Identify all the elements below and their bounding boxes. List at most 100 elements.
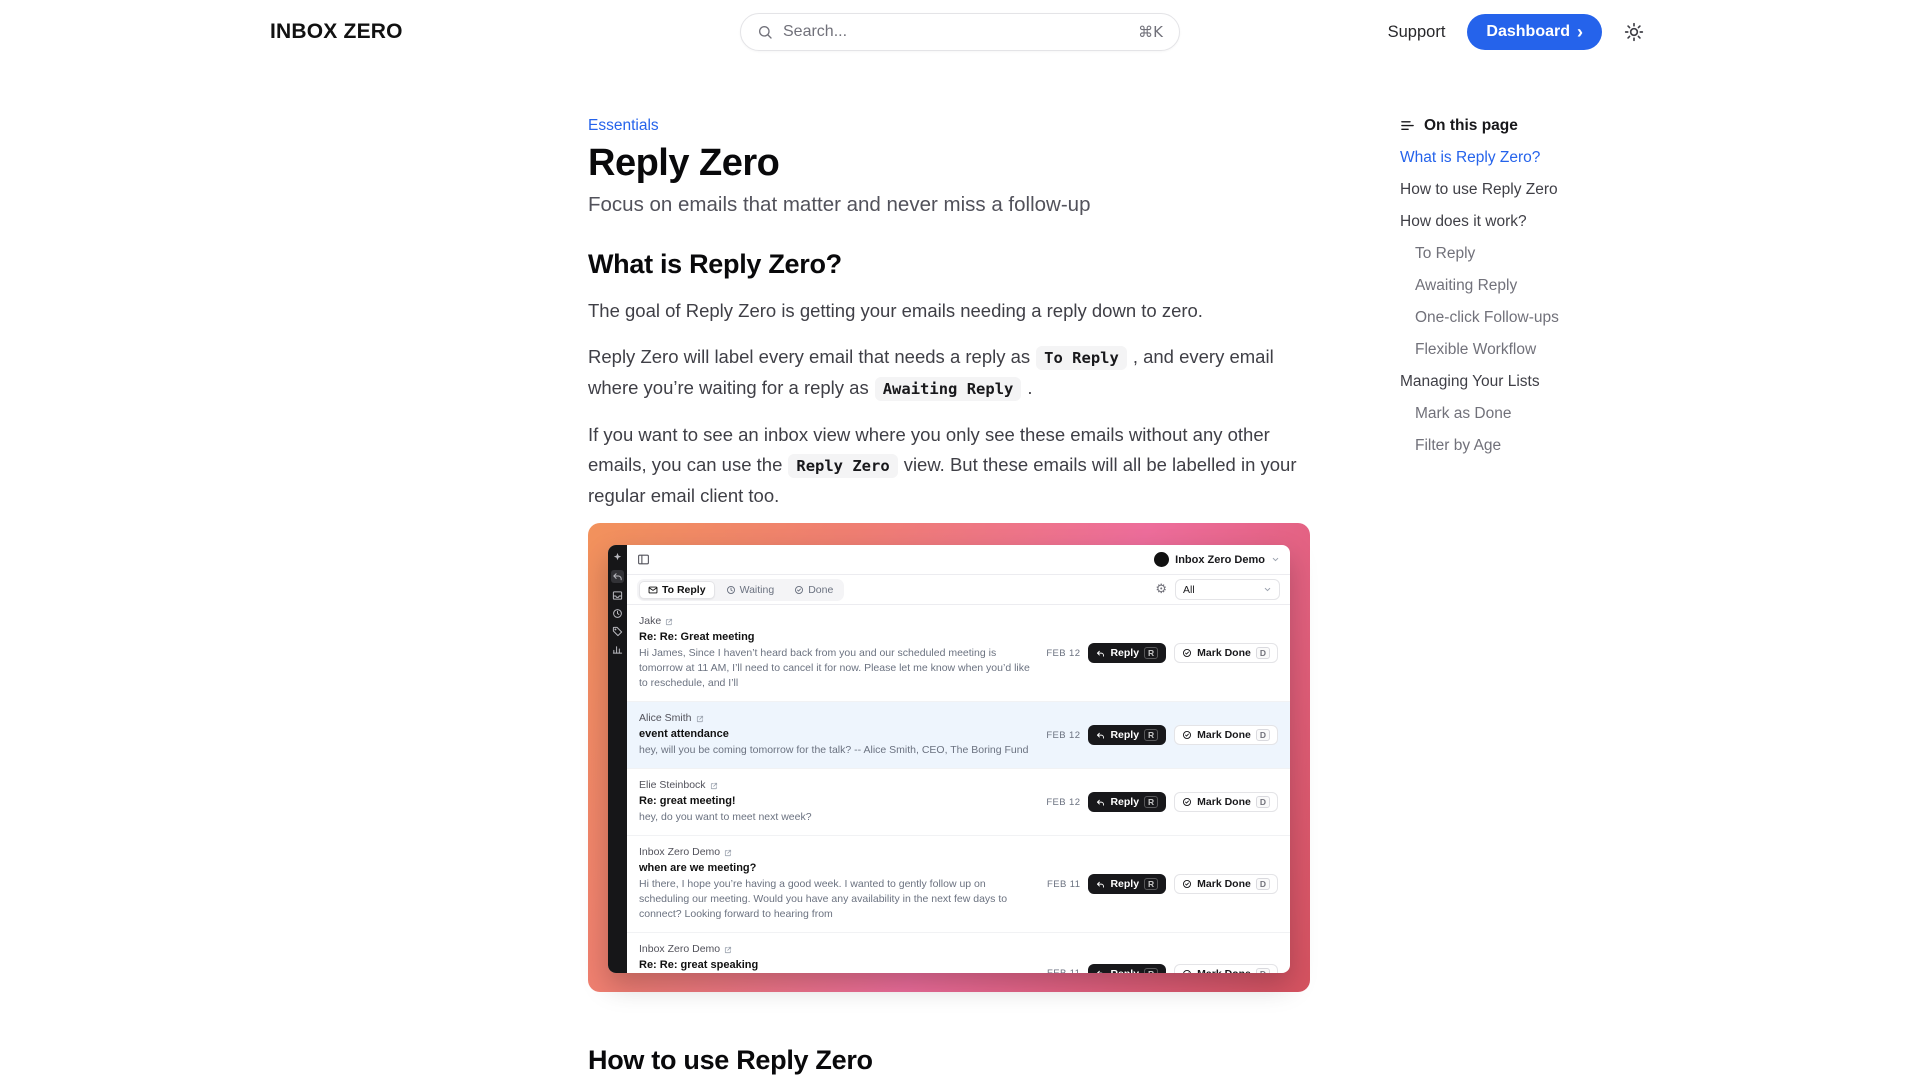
paragraph-2: Reply Zero will label every email that n… <box>588 342 1310 404</box>
tab-group: To Reply Waiting Done <box>637 579 844 601</box>
email-date: FEB 12 <box>1046 648 1080 659</box>
toc-item-filter-by-age[interactable]: Filter by Age <box>1400 436 1615 455</box>
search-input[interactable] <box>783 23 1128 41</box>
external-link-icon <box>665 618 673 626</box>
inbox-icon <box>612 590 623 601</box>
paragraph-1: The goal of Reply Zero is getting your e… <box>588 296 1310 326</box>
done-button-label: Mark Done <box>1197 796 1251 808</box>
tab-label: Done <box>808 584 833 596</box>
email-content: Inbox Zero Demo when are we meeting? Hi … <box>639 846 1037 922</box>
reply-kbd: R <box>1144 729 1158 741</box>
breadcrumb[interactable]: Essentials <box>588 116 1310 135</box>
dashboard-button-label: Dashboard <box>1486 23 1570 41</box>
done-button-label: Mark Done <box>1197 878 1251 890</box>
sidebar-toggle-icon <box>637 553 650 566</box>
toc-item-how-does-it-work[interactable]: How does it work? <box>1400 212 1615 231</box>
external-link-icon <box>724 849 732 857</box>
email-snippet: Hi there, I hope you’re having a good we… <box>639 877 1037 922</box>
tag-icon <box>612 626 623 637</box>
toc-item-to-reply[interactable]: To Reply <box>1400 244 1615 263</box>
reply-button-label: Reply <box>1110 968 1139 974</box>
tab-label: Waiting <box>740 584 775 596</box>
toc-item-managing-your-lists[interactable]: Managing Your Lists <box>1400 372 1615 391</box>
email-subject: event attendance <box>639 727 1036 741</box>
on-this-page-toc: On this page What is Reply Zero? How to … <box>1400 116 1615 455</box>
toc-item-how-to-use[interactable]: How to use Reply Zero <box>1400 180 1615 199</box>
mark-done-button: Mark Done D <box>1174 792 1278 812</box>
reply-kbd: R <box>1144 878 1158 890</box>
mark-done-button: Mark Done D <box>1174 643 1278 663</box>
code-reply-zero: Reply Zero <box>788 454 897 478</box>
demo-app-main: Inbox Zero Demo To Reply Waiting <box>627 545 1290 973</box>
demo-app-window: Inbox Zero Demo To Reply Waiting <box>608 545 1290 973</box>
done-kbd: D <box>1256 796 1270 808</box>
account-avatar <box>1154 552 1169 567</box>
email-actions: FEB 12 ReplyR Mark DoneD <box>1046 725 1278 745</box>
search-icon <box>757 24 773 40</box>
email-snippet: hey, do you want to meet next week? <box>639 810 1036 825</box>
email-row: Jake Re: Re: Great meeting Hi James, Sin… <box>627 605 1290 702</box>
toc-item-flexible-workflow[interactable]: Flexible Workflow <box>1400 340 1615 359</box>
email-content: Inbox Zero Demo Re: Re: great speaking H… <box>639 943 1037 973</box>
done-kbd: D <box>1256 878 1270 890</box>
email-content: Alice Smith event attendance hey, will y… <box>639 712 1036 758</box>
email-snippet: hey, will you be coming tomorrow for the… <box>639 743 1036 758</box>
external-link-icon <box>710 782 718 790</box>
external-link-icon <box>724 946 732 954</box>
paragraph-2-text: . <box>1027 377 1032 398</box>
top-navbar: INBOX ZERO ⌘K Support Dashboard › <box>0 0 1920 64</box>
toc-item-one-click-follow-ups[interactable]: One-click Follow-ups <box>1400 308 1615 327</box>
email-sender: Elie Steinbock <box>639 779 706 792</box>
done-button-label: Mark Done <box>1197 968 1251 974</box>
reply-button: Reply R <box>1088 874 1166 894</box>
page-subtitle: Focus on emails that matter and never mi… <box>588 192 1310 218</box>
toc-item-what-is-reply-zero[interactable]: What is Reply Zero? <box>1400 148 1615 167</box>
done-kbd: D <box>1256 729 1270 741</box>
mark-done-button: Mark Done D <box>1174 874 1278 894</box>
reply-button: Reply R <box>1088 725 1166 745</box>
tab-label: To Reply <box>662 584 706 596</box>
dashboard-button[interactable]: Dashboard › <box>1467 14 1602 50</box>
reply-button-label: Reply <box>1110 878 1139 890</box>
inbox-zero-logo[interactable]: INBOX ZERO <box>270 20 403 44</box>
email-subject: when are we meeting? <box>639 861 1037 875</box>
reply-button-label: Reply <box>1110 647 1139 659</box>
toc-heading: On this page <box>1400 116 1615 135</box>
code-to-reply: To Reply <box>1036 346 1127 370</box>
done-kbd: D <box>1256 968 1270 974</box>
email-subject: Re: Re: Great meeting <box>639 630 1036 644</box>
heading-how-to-use: How to use Reply Zero <box>588 1044 1310 1076</box>
search-shortcut: ⌘K <box>1138 23 1163 41</box>
email-row: Inbox Zero Demo Re: Re: great speaking H… <box>627 933 1290 973</box>
email-content: Jake Re: Re: Great meeting Hi James, Sin… <box>639 615 1036 691</box>
reply-button: ReplyR <box>1088 964 1166 974</box>
search-bar[interactable]: ⌘K <box>740 13 1180 51</box>
header-actions: Support Dashboard › <box>1388 14 1644 50</box>
email-date: FEB 12 <box>1046 797 1080 808</box>
email-snippet: Hi James, Since I haven’t heard back fro… <box>639 646 1036 691</box>
support-link[interactable]: Support <box>1388 23 1446 42</box>
done-kbd: D <box>1256 647 1270 659</box>
filter-select-value: All <box>1183 584 1195 596</box>
email-date: FEB 12 <box>1046 730 1080 741</box>
theme-toggle-sun-icon[interactable] <box>1624 22 1644 42</box>
demo-app-sidebar <box>608 545 627 973</box>
done-button-label: Mark Done <box>1197 647 1251 659</box>
mark-done-button: Mark Done D <box>1174 964 1278 974</box>
account-name: Inbox Zero Demo <box>1175 554 1265 566</box>
email-sender: Alice Smith <box>639 712 692 725</box>
reply-button-label: Reply <box>1110 729 1139 741</box>
toc-item-awaiting-reply[interactable]: Awaiting Reply <box>1400 276 1615 295</box>
email-actions: FEB 11 ReplyR Mark DoneD <box>1047 874 1278 894</box>
tab-waiting: Waiting <box>717 581 784 599</box>
toc-item-mark-as-done[interactable]: Mark as Done <box>1400 404 1615 423</box>
gear-icon: ⚙ <box>1155 583 1167 596</box>
email-date: FEB 11 <box>1047 968 1080 973</box>
reply-button: ReplyR <box>1088 643 1166 663</box>
email-actions: FEB 12 ReplyR Mark Done D <box>1046 643 1278 663</box>
code-awaiting-reply: Awaiting Reply <box>875 377 1022 401</box>
reply-kbd: R <box>1144 796 1158 808</box>
page-title: Reply Zero <box>588 143 1310 183</box>
email-subject: Re: Re: great speaking <box>639 958 1037 972</box>
heading-what-is-reply-zero: What is Reply Zero? <box>588 248 1310 280</box>
